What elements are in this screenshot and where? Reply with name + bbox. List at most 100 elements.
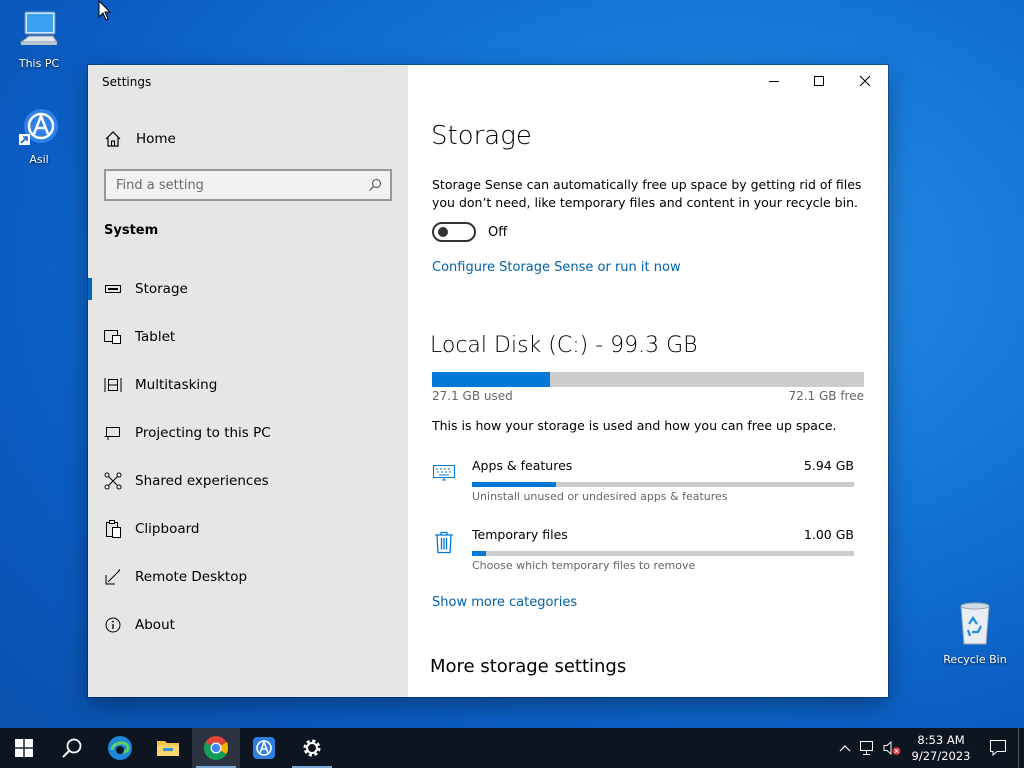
- disk-free-label: 72.1 GB free: [788, 389, 864, 403]
- search-icon: [369, 178, 382, 191]
- volume-button[interactable]: [880, 728, 904, 768]
- show-hidden-icons-button[interactable]: [834, 728, 856, 768]
- more-storage-settings-heading: More storage settings: [430, 656, 627, 677]
- disk-title: Local Disk (C:) - 99.3 GB: [430, 333, 698, 358]
- asil-app-icon: [19, 109, 58, 145]
- show-desktop-button[interactable]: [1018, 728, 1024, 768]
- taskbar-file-explorer[interactable]: [144, 728, 192, 768]
- search-icon: [62, 738, 82, 758]
- edge-icon: [108, 736, 132, 760]
- nav-home-label: Home: [136, 131, 176, 147]
- network-status-button[interactable]: [856, 728, 880, 768]
- nav-item-label: Storage: [135, 281, 188, 297]
- nav-item-remote-desktop[interactable]: Remote Desktop: [88, 553, 408, 601]
- folder-icon: [157, 741, 179, 756]
- clipboard-icon: [104, 520, 122, 538]
- taskbar-chrome[interactable]: [192, 728, 240, 768]
- settings-window: Settings Home System Storage: [88, 65, 888, 697]
- chrome-icon: [203, 736, 228, 761]
- taskbar-settings[interactable]: [288, 728, 336, 768]
- storage-sense-description: Storage Sense can automatically free up …: [432, 177, 862, 210]
- nav-item-label: Clipboard: [135, 521, 200, 537]
- storage-sense-toggle[interactable]: [432, 222, 476, 242]
- volume-muted-icon: [883, 740, 901, 756]
- taskbar-edge[interactable]: [96, 728, 144, 768]
- category-description: Uninstall unused or undesired apps & fea…: [472, 490, 728, 503]
- taskbar: 8:53 AM 9/27/2023: [0, 728, 1024, 768]
- nav-item-label: Tablet: [135, 329, 176, 345]
- remote-desktop-icon: [104, 568, 122, 586]
- category-apps-features[interactable]: Apps & features 5.94 GB Uninstall unused…: [432, 457, 864, 513]
- category-size: 5.94 GB: [803, 458, 854, 473]
- nav-item-about[interactable]: About: [88, 601, 408, 649]
- network-icon: [860, 741, 873, 755]
- category-description: Choose which temporary files to remove: [472, 559, 696, 572]
- nav-home[interactable]: Home: [104, 129, 176, 149]
- page-title: Storage: [431, 121, 532, 151]
- trash-icon: [435, 531, 453, 554]
- clock-date: 9/27/2023: [911, 749, 971, 763]
- action-center-button[interactable]: [978, 728, 1018, 768]
- category-temporary-files[interactable]: Temporary files 1.00 GB Choose which tem…: [432, 526, 864, 582]
- desktop-icon-asil[interactable]: Asil: [1, 104, 77, 166]
- clock-time: 8:53 AM: [917, 733, 965, 747]
- nav-item-label: Multitasking: [135, 377, 218, 393]
- nav-item-label: Shared experiences: [135, 473, 269, 489]
- category-usage-fill: [472, 551, 487, 556]
- projecting-icon: [104, 424, 122, 442]
- disk-used-label: 27.1 GB used: [432, 389, 513, 403]
- category-name: Apps & features: [472, 458, 573, 473]
- toggle-knob: [438, 227, 448, 237]
- toggle-state-label: Off: [488, 225, 508, 240]
- storage-explanation: This is how your storage is used and how…: [432, 418, 837, 433]
- mouse-cursor-icon: [98, 0, 112, 21]
- disk-usage-fill: [432, 372, 550, 387]
- storage-icon: [104, 280, 122, 298]
- nav-item-label: Remote Desktop: [135, 569, 248, 585]
- shared-experiences-icon: [104, 472, 122, 490]
- taskbar-asil[interactable]: [240, 728, 288, 768]
- info-icon: [104, 616, 122, 634]
- search-box[interactable]: [104, 169, 392, 201]
- apps-features-icon: [433, 465, 455, 481]
- search-taskbar-button[interactable]: [48, 728, 96, 768]
- multitasking-icon: [104, 376, 122, 394]
- gear-icon: [303, 739, 321, 757]
- category-name: Temporary files: [472, 527, 568, 542]
- nav-item-label: Projecting to this PC: [135, 425, 271, 441]
- category-usage-fill: [472, 482, 557, 487]
- start-button[interactable]: [0, 728, 48, 768]
- nav-item-shared-experiences[interactable]: Shared experiences: [88, 457, 408, 505]
- desktop-icon-this-pc[interactable]: This PC: [1, 8, 77, 70]
- configure-storage-sense-link[interactable]: Configure Storage Sense or run it now: [432, 260, 681, 275]
- nav-section-heading: System: [104, 223, 159, 238]
- nav-item-projecting[interactable]: Projecting to this PC: [88, 409, 408, 457]
- nav-item-storage[interactable]: Storage: [88, 265, 408, 313]
- nav-item-multitasking[interactable]: Multitasking: [88, 361, 408, 409]
- nav-item-tablet[interactable]: Tablet: [88, 313, 408, 361]
- asil-app-icon: [253, 737, 275, 759]
- recycle-bin-icon: [960, 602, 990, 645]
- nav-list: Storage Tablet Multitasking Projecting t…: [88, 265, 408, 649]
- desktop-icon-label: Recycle Bin: [943, 653, 1007, 666]
- settings-nav-pane: Settings Home System Storage: [88, 65, 408, 697]
- notification-icon: [990, 740, 1006, 757]
- disk-usage-bar: [432, 372, 864, 387]
- windows-logo-icon: [15, 739, 33, 757]
- category-usage-bar: [472, 551, 854, 556]
- category-size: 1.00 GB: [803, 527, 854, 542]
- storage-content: Storage Storage Sense can automatically …: [408, 65, 888, 697]
- nav-item-label: About: [135, 617, 175, 633]
- system-tray: 8:53 AM 9/27/2023: [834, 728, 1024, 768]
- show-more-categories-link[interactable]: Show more categories: [432, 595, 577, 610]
- nav-item-clipboard[interactable]: Clipboard: [88, 505, 408, 553]
- desktop-icon-label: This PC: [18, 57, 60, 70]
- tablet-icon: [104, 328, 122, 346]
- search-input[interactable]: [116, 177, 368, 193]
- desktop-icon-recycle-bin[interactable]: Recycle Bin: [937, 600, 1013, 666]
- category-usage-bar: [472, 482, 854, 487]
- chevron-up-icon: [839, 745, 851, 752]
- home-icon: [105, 131, 121, 147]
- taskbar-clock[interactable]: 8:53 AM 9/27/2023: [904, 728, 978, 768]
- window-title: Settings: [102, 75, 152, 89]
